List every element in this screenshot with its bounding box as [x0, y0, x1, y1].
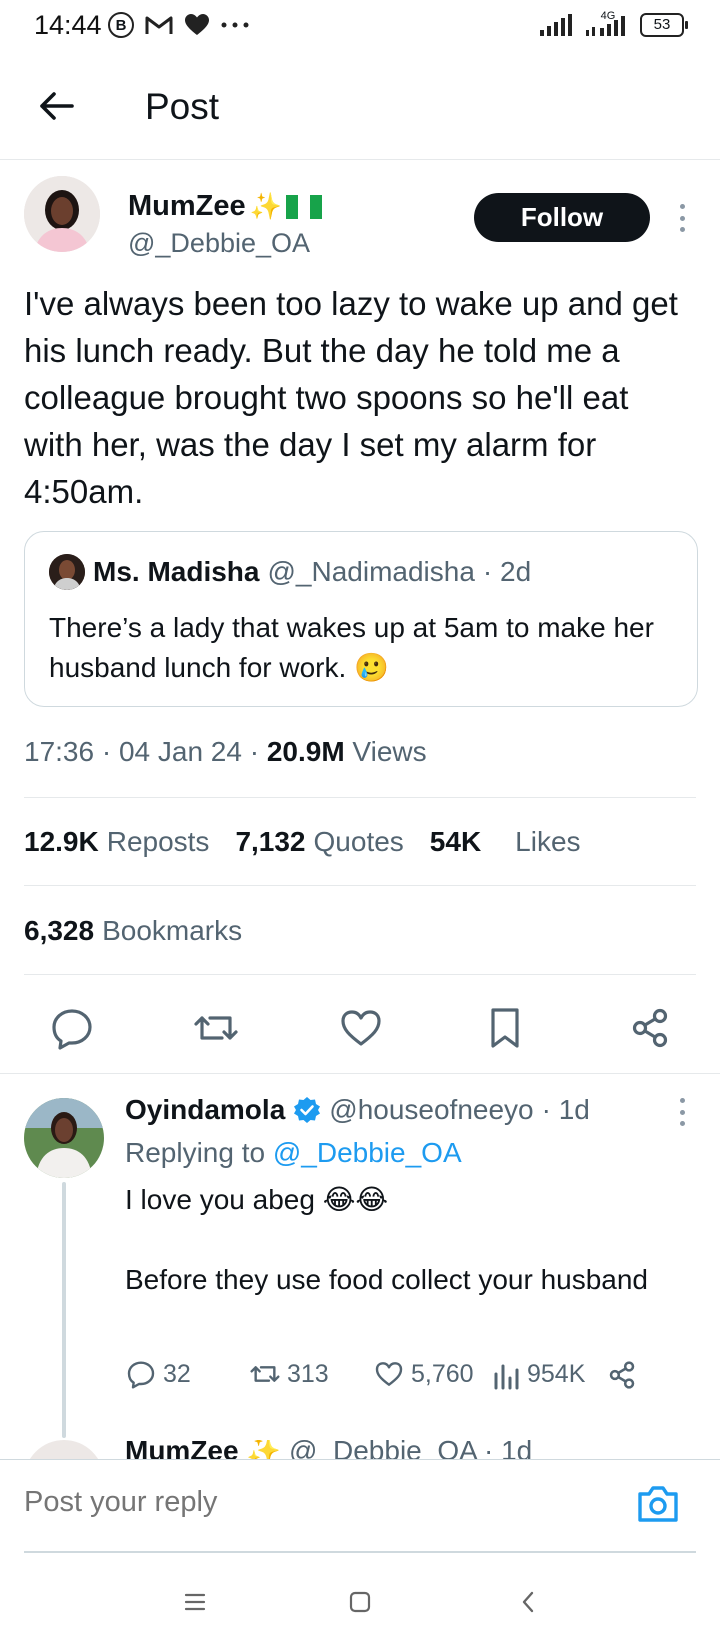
next-reply-preview[interactable]: MumZee ✨ @_Debbie_OA · 1d	[0, 1440, 720, 1460]
bookmarks-stat[interactable]: 6,328 Bookmarks	[24, 915, 242, 947]
share-icon[interactable]	[626, 1004, 674, 1052]
reply-views-action[interactable]: 954K	[493, 1358, 585, 1390]
reply-reply-count: 32	[163, 1359, 191, 1388]
quotes-label: Quotes	[313, 826, 404, 857]
gmail-icon	[145, 16, 173, 34]
post-more-options-icon[interactable]	[672, 200, 692, 236]
status-notification-icons: B	[108, 12, 250, 38]
quotes-stat[interactable]: 7,132 Quotes	[235, 826, 403, 858]
post-timestamp-row: 17:36 · 04 Jan 24 · 20.9M Views	[24, 736, 427, 768]
more-dots-icon	[221, 22, 249, 28]
repost-icon[interactable]	[192, 1004, 240, 1052]
signal-icon	[540, 14, 572, 36]
quotes-count: 7,132	[235, 826, 306, 857]
divider	[24, 974, 696, 975]
reply-icon[interactable]	[48, 1004, 96, 1052]
reposts-count: 12.9K	[24, 826, 99, 857]
author-name[interactable]: MumZee	[128, 190, 246, 223]
reply-repost-count: 313	[287, 1359, 329, 1388]
reply-author-name[interactable]: Oyindamola	[125, 1094, 285, 1126]
divider	[24, 885, 696, 886]
reply-like-action[interactable]: 5,760	[373, 1358, 474, 1390]
reposts-stat[interactable]: 12.9K Reposts	[24, 826, 209, 858]
bookmarks-count: 6,328	[24, 915, 95, 946]
battery-icon: 53	[640, 13, 688, 37]
home-square-icon[interactable]	[340, 1582, 380, 1622]
camera-icon[interactable]	[636, 1484, 680, 1524]
reply-icon	[127, 1361, 155, 1389]
next-reply-avatar	[24, 1440, 104, 1460]
reply-composer	[0, 1459, 720, 1555]
top-app-bar: Post	[0, 56, 720, 160]
reply-reply-action[interactable]: 32	[125, 1358, 191, 1390]
views-count: 20.9M	[266, 736, 345, 767]
views-label: Views	[344, 736, 427, 767]
next-reply-handle: @_Debbie_OA · 1d	[289, 1440, 533, 1460]
nigeria-flag-icon	[286, 194, 323, 219]
divider	[24, 797, 696, 798]
quoted-post-card[interactable]: Ms. Madisha @_Nadimadisha · 2d There’s a…	[24, 531, 698, 707]
reply-more-options-icon[interactable]	[672, 1094, 692, 1130]
next-reply-header: MumZee ✨ @_Debbie_OA · 1d	[125, 1440, 532, 1460]
heart-icon	[185, 14, 209, 35]
post-text: I've always been too lazy to wake up and…	[24, 285, 678, 510]
repost-icon	[250, 1366, 280, 1382]
author-name-row[interactable]: MumZee ✨	[128, 190, 323, 223]
status-time: 14:44	[34, 10, 102, 40]
menu-icon[interactable]	[175, 1582, 215, 1622]
reply-text: I love you abeg 😂😂 Before they use food …	[125, 1184, 649, 1295]
sparkles-emoji: ✨	[249, 191, 283, 221]
reply-header: Oyindamola @houseofneeyo · 1d	[125, 1094, 590, 1126]
battery-level: 53	[653, 16, 671, 33]
quoted-post-text: There’s a lady that wakes up at 5am to m…	[49, 612, 654, 683]
engagement-stats: 12.9K Reposts 7,132 Quotes 54K Likes	[24, 826, 581, 858]
reply-action-bar: 32 313 5,760 954K	[125, 1358, 685, 1398]
replying-to-label: Replying to	[125, 1137, 273, 1168]
reply-repost-action[interactable]: 313	[249, 1358, 329, 1390]
quoted-author-avatar	[49, 554, 85, 590]
quoted-post-time: · 2d	[482, 556, 532, 587]
reply-author-avatar[interactable]	[24, 1098, 104, 1178]
views-chart-icon	[494, 1364, 519, 1390]
quoted-author-name: Ms. Madisha	[93, 556, 260, 587]
post-time: 17:36 · 04 Jan 24 ·	[24, 736, 267, 767]
reposts-label: Reposts	[106, 826, 210, 857]
reply-author-handle[interactable]: @houseofneeyo	[329, 1094, 533, 1126]
arrow-left-icon[interactable]	[36, 86, 76, 126]
author-avatar[interactable]	[24, 176, 100, 252]
likes-stat[interactable]: 54K Likes	[430, 826, 581, 858]
back-chevron-icon[interactable]	[508, 1582, 548, 1622]
bookmark-icon[interactable]	[481, 1004, 529, 1052]
bookmarks-label: Bookmarks	[102, 915, 243, 946]
likes-label: Likes	[515, 826, 581, 857]
system-navigation-bar	[0, 1560, 720, 1650]
composer-underline	[24, 1551, 696, 1553]
status-bar: 14:44 B 4G 53	[0, 0, 720, 56]
share-icon[interactable]	[605, 1358, 639, 1392]
divider	[0, 1073, 720, 1074]
like-icon	[375, 1362, 403, 1386]
follow-button[interactable]: Follow	[474, 193, 650, 242]
thread-connector-line	[62, 1182, 66, 1438]
replying-to-handle-link[interactable]: @_Debbie_OA	[273, 1137, 462, 1168]
author-handle[interactable]: @_Debbie_OA	[128, 228, 310, 259]
quoted-author-handle: @_Nadimadisha	[267, 556, 475, 587]
likes-count: 54K	[429, 826, 482, 857]
status-system-icons: 4G 53	[540, 10, 688, 38]
reply-views-count: 954K	[527, 1359, 586, 1388]
next-reply-author-name: MumZee	[125, 1440, 239, 1460]
post-action-bar	[0, 990, 720, 1070]
replying-to-line: Replying to @_Debbie_OA	[125, 1137, 462, 1169]
reply-time: · 1d	[541, 1094, 590, 1125]
reply-input[interactable]	[24, 1486, 584, 1519]
reply-like-count: 5,760	[411, 1359, 474, 1388]
signal-4g-icon: 4G	[586, 10, 630, 38]
page-title: Post	[145, 86, 220, 127]
like-icon[interactable]	[337, 1004, 385, 1052]
b-circle-icon: B	[108, 12, 134, 38]
verified-badge-icon	[294, 1097, 321, 1123]
quoted-post-header: Ms. Madisha @_Nadimadisha · 2d	[49, 554, 531, 590]
